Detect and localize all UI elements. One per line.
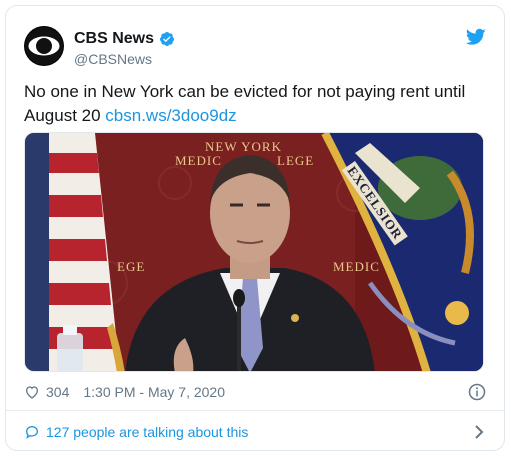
avatar[interactable]	[24, 26, 64, 66]
tweet-card[interactable]: CBS News @CBSNews No one in New York can…	[5, 5, 505, 451]
tweet-body: No one in New York can be evicted for no…	[24, 82, 466, 125]
tweet-header: CBS News @CBSNews	[24, 26, 486, 72]
info-icon[interactable]	[468, 383, 486, 401]
like-count[interactable]: 304	[46, 384, 69, 400]
tweet-meta: 304 1:30 PM - May 7, 2020	[24, 380, 486, 404]
tweet-media-image[interactable]: NEW YORK MEDIC LEGE EGE MEDIC EXCELSIOR	[24, 132, 484, 372]
tweet-link[interactable]: cbsn.ws/3doo9dz	[105, 106, 236, 125]
account-names[interactable]: CBS News @CBSNews	[74, 29, 175, 67]
backdrop-text-right: MEDIC	[333, 259, 380, 274]
backdrop-text-left: EGE	[117, 259, 146, 274]
talking-count-text[interactable]: 127 people are talking about this	[46, 424, 248, 440]
twitter-bird-icon[interactable]	[466, 28, 486, 46]
backdrop-text-mid2: LEGE	[277, 153, 315, 168]
verified-badge-icon	[160, 32, 175, 46]
handle[interactable]: @CBSNews	[74, 51, 175, 67]
display-name[interactable]: CBS News	[74, 30, 154, 48]
timestamp[interactable]: 1:30 PM - May 7, 2020	[83, 384, 225, 400]
backdrop-text-mid: MEDIC	[175, 153, 222, 168]
cbs-eye-logo-icon	[25, 27, 63, 65]
press-conference-photo	[25, 133, 483, 371]
divider	[6, 410, 504, 411]
conversation-link[interactable]: 127 people are talking about this	[24, 420, 486, 444]
chevron-right-icon[interactable]	[472, 424, 486, 440]
tweet-text: No one in New York can be evicted for no…	[24, 80, 486, 128]
heart-icon[interactable]	[24, 384, 40, 400]
comment-bubble-icon	[25, 425, 39, 439]
